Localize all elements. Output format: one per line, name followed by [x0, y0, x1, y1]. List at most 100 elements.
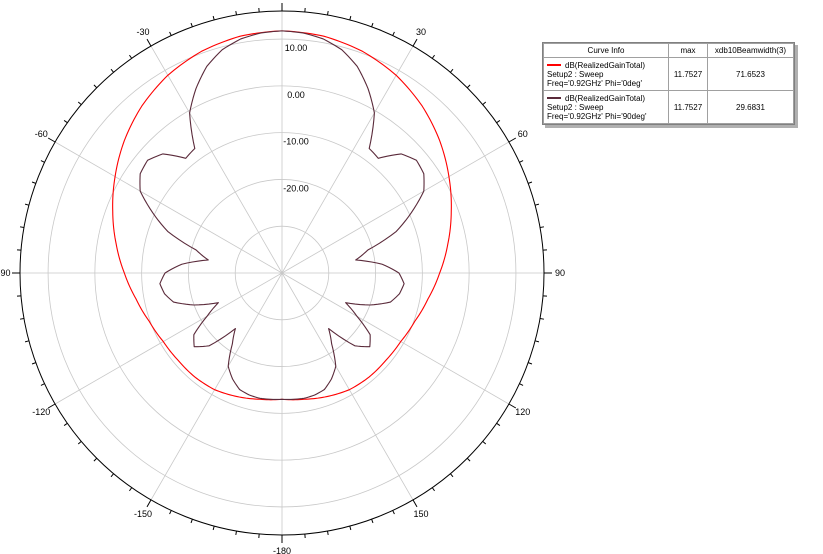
grid-spoke [54, 272, 283, 405]
legend-table: Curve Info max xdb10Beamwidth(3) dB(Real… [543, 43, 794, 124]
legend-header-max: max [668, 43, 708, 58]
grid-spoke [281, 272, 414, 501]
ring-tick [146, 38, 152, 47]
ring-tick [466, 84, 471, 89]
legend-row-phi-90: dB(RealizedGainTotal) Setup2 : Sweep Fre… [543, 90, 794, 124]
ring-tick [190, 519, 193, 524]
ring-tick [496, 422, 501, 426]
ring-tick [431, 54, 435, 59]
legend-header-row: Curve Info max xdb10Beamwidth(3) [543, 43, 794, 58]
radial-label: 10.00 [285, 43, 308, 53]
grid-spoke [281, 141, 510, 274]
ring-tick [19, 226, 25, 228]
ring-tick [19, 318, 25, 320]
grid-spoke [281, 45, 414, 274]
ring-tick [371, 519, 374, 524]
ring-tick [482, 441, 487, 445]
ring-tick [450, 473, 454, 478]
ring-tick [129, 54, 133, 59]
ring-tick [392, 31, 395, 36]
ring-tick [169, 510, 172, 515]
legend-header-curve-info: Curve Info [543, 43, 669, 58]
angle-label: -180 [273, 546, 291, 554]
ring-tick [212, 15, 215, 21]
legend-curve-info-phi-90: dB(RealizedGainTotal) Setup2 : Sweep Fre… [543, 90, 669, 124]
ring-tick [40, 160, 45, 163]
legend-max-value: 11.7527 [668, 90, 708, 124]
legend-curve-name: dB(RealizedGainTotal) [565, 60, 646, 70]
angle-label: -150 [134, 509, 152, 519]
curve-info-legend: Curve Info max xdb10Beamwidth(3) dB(Real… [542, 42, 795, 125]
ring-tick [496, 120, 501, 124]
ring-tick [528, 362, 533, 365]
legend-max-value: 11.7527 [668, 57, 708, 91]
legend-curve-params: Freq='0.92GHz' Phi='90deg' [547, 111, 647, 121]
ring-tick [349, 15, 352, 21]
grid-spoke [150, 45, 283, 274]
ring-tick [77, 441, 82, 445]
ring-tick [508, 137, 517, 143]
legend-header-beamwidth: xdb10Beamwidth(3) [707, 43, 794, 58]
ring-tick [24, 340, 30, 343]
legend-curve-setup: Setup2 : Sweep [547, 102, 604, 112]
ring-tick [539, 226, 545, 228]
ring-tick [482, 101, 487, 105]
angle-label: -120 [32, 407, 50, 417]
ring-tick [110, 473, 114, 478]
ring-tick [519, 383, 524, 386]
legend-curve-setup: Setup2 : Sweep [547, 69, 604, 79]
ring-tick [431, 487, 435, 492]
ring-tick [212, 525, 215, 531]
angle-label: 30 [416, 27, 426, 37]
radial-label: -20.00 [283, 183, 309, 193]
ring-tick [190, 22, 193, 27]
legend-curve-info-phi-0: dB(RealizedGainTotal) Setup2 : Sweep Fre… [543, 57, 669, 91]
angle-label: -90 [0, 268, 11, 278]
ring-tick [63, 422, 68, 426]
angle-label: -30 [136, 27, 149, 37]
ring-tick [534, 203, 540, 206]
grid-spoke [54, 141, 283, 274]
ring-tick [31, 181, 36, 184]
ring-tick [235, 10, 237, 16]
legend-beamwidth-value: 29.6831 [707, 90, 794, 124]
ring-tick [327, 10, 329, 16]
ring-tick [392, 510, 395, 515]
legend-row-phi-0: dB(RealizedGainTotal) Setup2 : Sweep Fre… [543, 57, 794, 91]
angle-label: 150 [413, 509, 428, 519]
ring-tick [450, 68, 454, 73]
ring-tick [93, 457, 98, 462]
ring-tick [528, 181, 533, 184]
angle-label: -60 [35, 129, 48, 139]
dark-line-swatch [547, 97, 561, 99]
ring-tick [77, 101, 82, 105]
ring-tick [24, 203, 30, 206]
ring-tick [534, 340, 540, 343]
radial-label: -10.00 [283, 137, 309, 147]
ring-tick [412, 38, 418, 47]
ring-tick [327, 530, 329, 536]
ring-tick [93, 84, 98, 89]
legend-beamwidth-value: 71.6523 [707, 57, 794, 91]
ring-tick [110, 68, 114, 73]
ring-tick [519, 160, 524, 163]
ring-tick [466, 457, 471, 462]
grid-spoke [281, 272, 510, 405]
axis-labels: 0306090120150-180-150-120-90-60-3010.000… [0, 27, 565, 554]
polar-grid [20, 11, 544, 535]
angle-label: 60 [518, 129, 528, 139]
ring-tick [31, 362, 36, 365]
ring-tick [63, 120, 68, 124]
ring-tick [349, 525, 352, 531]
legend-curve-params: Freq='0.92GHz' Phi='0deg' [547, 78, 643, 88]
red-line-swatch [547, 64, 561, 66]
angle-label: 120 [515, 407, 530, 417]
ring-tick [539, 318, 545, 320]
ring-tick [40, 383, 45, 386]
grid-spoke [150, 272, 283, 501]
ring-tick [412, 499, 418, 508]
ring-tick [129, 487, 133, 492]
ring-tick [371, 22, 374, 27]
ring-tick [47, 137, 56, 143]
radial-label: 0.00 [287, 90, 305, 100]
